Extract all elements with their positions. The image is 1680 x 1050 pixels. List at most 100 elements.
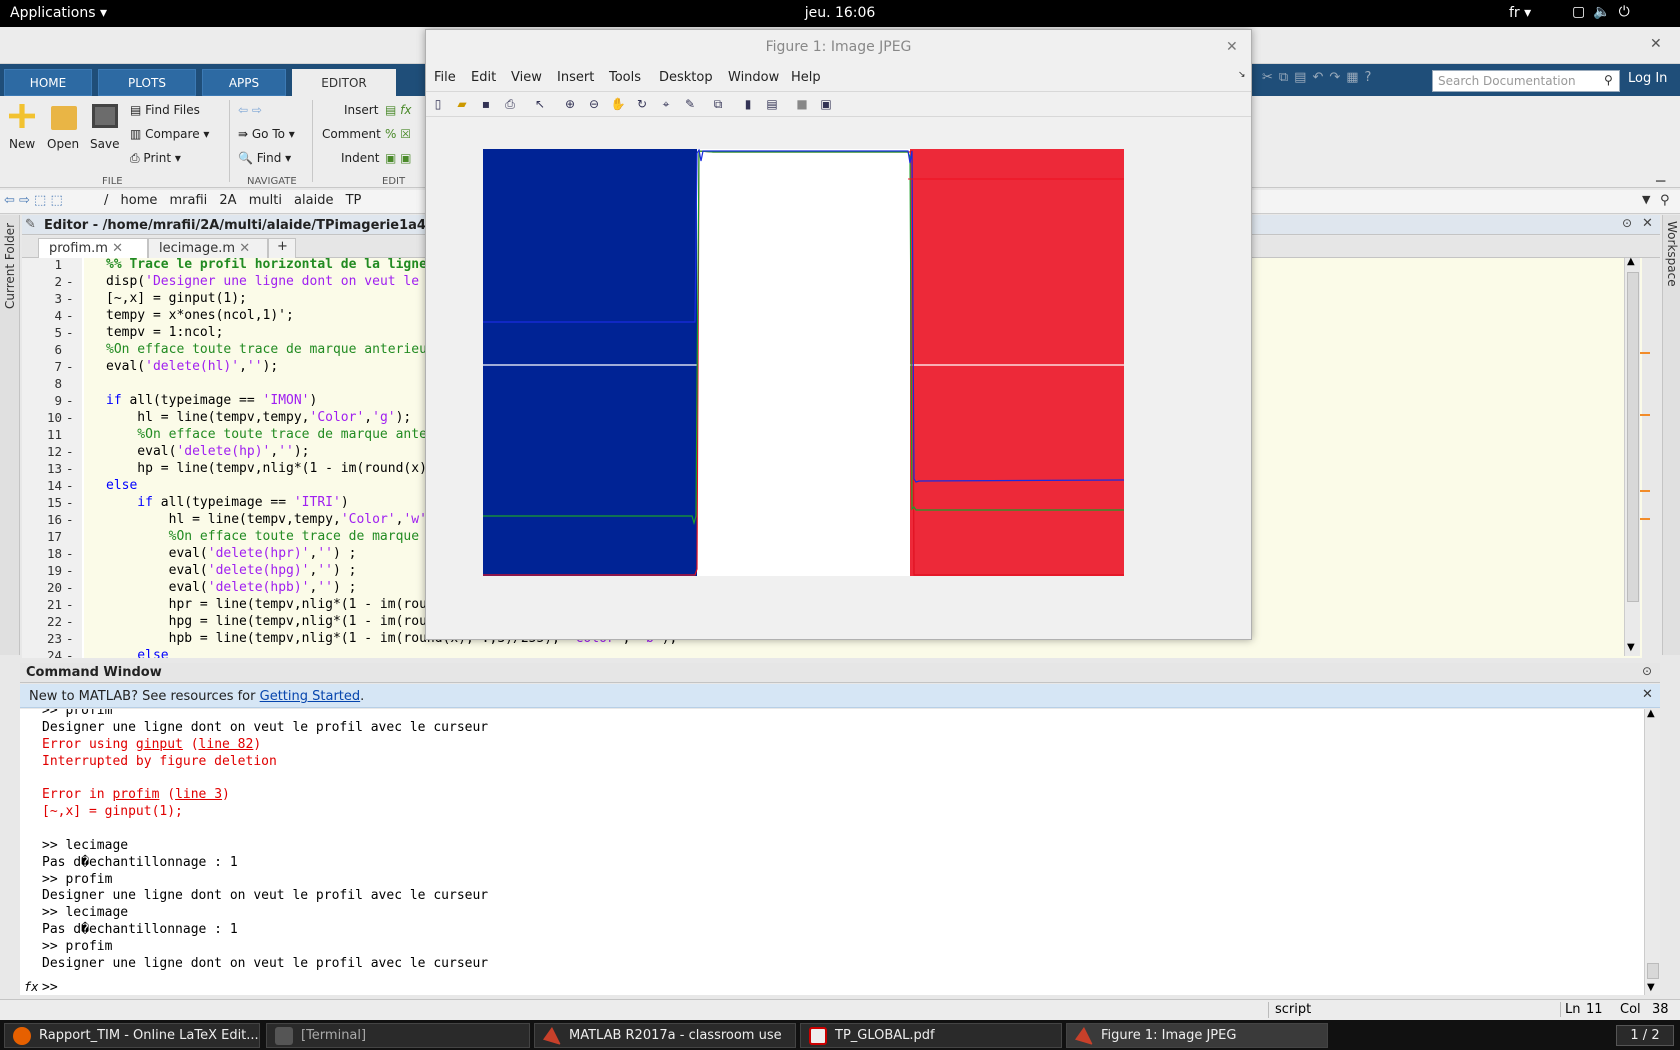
tab-apps[interactable]: APPS bbox=[202, 69, 286, 96]
current-folder-label[interactable]: Current Folder bbox=[3, 223, 17, 309]
scroll-thumb[interactable] bbox=[1627, 272, 1639, 602]
legend-icon[interactable]: ▤ bbox=[764, 96, 780, 112]
new-tab-button[interactable]: + bbox=[268, 238, 296, 258]
open-button[interactable]: Open bbox=[47, 137, 79, 151]
code-line[interactable]: tempv = 1:ncol; bbox=[106, 325, 223, 340]
scroll-down-icon[interactable]: ▼ bbox=[1627, 642, 1635, 653]
code-line[interactable]: hpr = line(tempv,nlig*(1 - im(round bbox=[106, 597, 443, 612]
new-button[interactable]: New bbox=[9, 137, 35, 151]
scroll-thumb[interactable] bbox=[1647, 963, 1659, 979]
getting-started-link[interactable]: Getting Started bbox=[260, 689, 361, 704]
system-tray[interactable]: ▢🔈⏻ bbox=[1572, 4, 1638, 20]
menu-tools[interactable]: Tools bbox=[609, 70, 641, 85]
comment-icons[interactable]: % ☒ bbox=[385, 127, 411, 141]
power-icon[interactable]: ⏻ bbox=[1619, 4, 1638, 20]
back-forward-icons[interactable]: ⇦ ⇨ bbox=[238, 103, 262, 117]
insert-button[interactable]: Insert bbox=[344, 103, 378, 117]
scroll-up-icon[interactable]: ▲ bbox=[1647, 708, 1655, 719]
task-terminal[interactable]: [Terminal] bbox=[266, 1023, 530, 1048]
tab-lecimage[interactable]: lecimage.m ✕ bbox=[148, 238, 268, 258]
code-line[interactable]: eval('delete(hl)',''); bbox=[106, 359, 278, 374]
print-icon[interactable]: ⎙ bbox=[502, 96, 518, 112]
language-indicator[interactable]: fr ▾ bbox=[1509, 5, 1531, 21]
workspace-label[interactable]: Workspace bbox=[1665, 221, 1679, 287]
volume-icon[interactable]: 🔈 bbox=[1593, 4, 1618, 20]
task-firefox[interactable]: Rapport_TIM - Online LaTeX Edit... bbox=[4, 1023, 260, 1048]
window-icon[interactable]: ▢ bbox=[1572, 4, 1593, 20]
dock-icon[interactable]: ↘ bbox=[1238, 70, 1246, 80]
save-disk-icon[interactable] bbox=[92, 104, 118, 128]
code-line[interactable]: hpg = line(tempv,nlig*(1 - im(round bbox=[106, 614, 443, 629]
code-line[interactable]: disp('Designer une ligne dont on veut le… bbox=[106, 274, 443, 289]
chevron-down-icon[interactable]: ▼ bbox=[1642, 193, 1650, 206]
goto-button[interactable]: ⇛ Go To ▾ bbox=[238, 127, 295, 141]
zoom-in-icon[interactable]: ⊕ bbox=[562, 96, 578, 112]
search-icon[interactable]: ⚲ bbox=[1660, 193, 1670, 208]
code-line[interactable]: %On efface toute trace de marque an bbox=[106, 529, 443, 544]
breakpoint-marker[interactable]: - bbox=[66, 359, 74, 374]
zoom-out-icon[interactable]: ⊖ bbox=[586, 96, 602, 112]
code-line[interactable]: eval('delete(hpb)','') ; bbox=[106, 580, 357, 595]
fx-icon[interactable]: fx bbox=[24, 980, 38, 994]
breakpoint-marker[interactable]: - bbox=[66, 563, 74, 578]
menu-window[interactable]: Window bbox=[728, 70, 779, 85]
show-plot-tools-icon[interactable]: ▣ bbox=[818, 96, 834, 112]
scroll-up-icon[interactable]: ▲ bbox=[1627, 256, 1635, 267]
error-link[interactable]: profim bbox=[112, 787, 159, 802]
breakpoint-marker[interactable]: - bbox=[66, 478, 74, 493]
workspace-pager[interactable]: 1 / 2 bbox=[1616, 1025, 1674, 1046]
task-pdf[interactable]: TP_GLOBAL.pdf bbox=[800, 1023, 1062, 1048]
code-line[interactable]: %% Trace le profil horizontal de la lign… bbox=[106, 258, 443, 272]
error-link[interactable]: ginput bbox=[136, 737, 183, 752]
warning-marker[interactable] bbox=[1640, 352, 1650, 354]
menu-help[interactable]: Help bbox=[791, 70, 821, 85]
pan-icon[interactable]: ✋ bbox=[610, 96, 626, 112]
quick-access-toolbar[interactable]: ✂⧉▤↶↷▦? bbox=[1262, 70, 1426, 92]
breakpoint-marker[interactable]: - bbox=[66, 444, 74, 459]
flag-image-plot[interactable] bbox=[483, 149, 1124, 576]
breakpoint-marker[interactable]: - bbox=[66, 325, 74, 340]
nav-arrows-icon[interactable]: ⇦ ⇨ ⬚ ⬚ bbox=[4, 193, 63, 208]
breakpoint-marker[interactable]: - bbox=[66, 597, 74, 612]
close-icon[interactable]: ✕ bbox=[1642, 687, 1653, 702]
breakpoint-marker[interactable]: - bbox=[66, 393, 74, 408]
code-line[interactable]: tempy = x*ones(ncol,1)'; bbox=[106, 308, 294, 323]
menu-view[interactable]: View bbox=[511, 70, 542, 85]
code-line[interactable]: else bbox=[106, 478, 137, 493]
brush-icon[interactable]: ✎ bbox=[682, 96, 698, 112]
code-line[interactable]: eval('delete(hpg)','') ; bbox=[106, 563, 357, 578]
insert-icons[interactable]: ▤ fx bbox=[385, 103, 411, 117]
workspace-strip[interactable]: Workspace bbox=[1662, 215, 1680, 655]
menu-edit[interactable]: Edit bbox=[471, 70, 496, 85]
close-icon[interactable]: ✕ bbox=[112, 241, 123, 256]
login-button[interactable]: Log In bbox=[1628, 71, 1667, 86]
open-folder-icon[interactable] bbox=[51, 106, 77, 130]
hide-plot-tools-icon[interactable]: ■ bbox=[794, 96, 810, 112]
menu-file[interactable]: File bbox=[434, 70, 456, 85]
scroll-down-icon[interactable]: ▼ bbox=[1647, 982, 1655, 993]
code-line[interactable]: hp = line(tempv,nlig*(1 - im(round(x), bbox=[106, 461, 434, 476]
breakpoint-marker[interactable]: - bbox=[66, 495, 74, 510]
data-cursor-icon[interactable]: ⌖ bbox=[658, 96, 674, 112]
panel-menu-icon[interactable]: ⊙ bbox=[1642, 664, 1652, 678]
new-figure-icon[interactable]: ▯ bbox=[430, 96, 446, 112]
breakpoint-marker[interactable]: - bbox=[66, 580, 74, 595]
code-line[interactable]: else bbox=[106, 648, 168, 658]
warning-marker[interactable] bbox=[1640, 518, 1650, 520]
indent-button[interactable]: Indent bbox=[341, 151, 379, 165]
task-matlab[interactable]: MATLAB R2017a - classroom use bbox=[534, 1023, 796, 1048]
tab-editor[interactable]: EDITOR bbox=[292, 69, 396, 96]
close-icon[interactable]: ✕ bbox=[1642, 216, 1653, 231]
task-figure[interactable]: Figure 1: Image JPEG bbox=[1066, 1023, 1328, 1048]
code-line[interactable]: [~,x] = ginput(1); bbox=[106, 291, 247, 306]
code-line[interactable]: %On efface toute trace de marque anteri bbox=[106, 427, 442, 442]
breakpoint-marker[interactable]: - bbox=[66, 614, 74, 629]
warning-marker[interactable] bbox=[1640, 490, 1650, 492]
close-icon[interactable]: ✕ bbox=[239, 241, 250, 256]
tab-plots[interactable]: PLOTS bbox=[98, 69, 196, 96]
warning-marker[interactable] bbox=[1640, 414, 1650, 416]
command-window[interactable]: >> profim Designer une ligne dont on veut… bbox=[20, 709, 1644, 995]
colorbar-icon[interactable]: ▮ bbox=[740, 96, 756, 112]
editor-menu-icon[interactable]: ⊙ bbox=[1622, 216, 1632, 230]
breakpoint-marker[interactable]: - bbox=[66, 546, 74, 561]
